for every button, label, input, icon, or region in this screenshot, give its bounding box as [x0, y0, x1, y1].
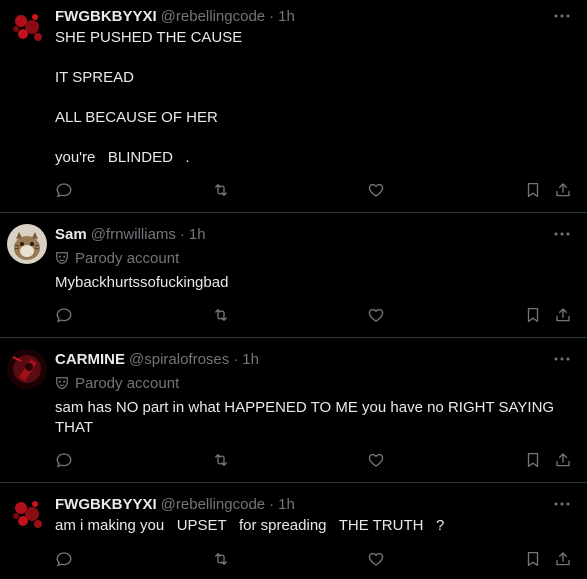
reply-button[interactable] [54, 450, 74, 470]
parody-text: Parody account [75, 249, 180, 267]
reply-button[interactable] [54, 549, 74, 569]
display-name[interactable]: Sam [55, 226, 87, 243]
parody-label: Parody account [55, 248, 179, 268]
bookmark-icon [527, 551, 539, 567]
avatar[interactable] [7, 224, 47, 264]
reply-icon [56, 308, 72, 323]
timestamp[interactable]: 1h [189, 226, 206, 243]
tweet-text: sam has NO part in what HAPPENED TO ME y… [55, 399, 558, 436]
tweet-header: Sam @frnwilliams · 1h [55, 224, 206, 244]
like-button[interactable] [366, 180, 386, 200]
avatar-image [7, 349, 47, 389]
more-icon [554, 14, 570, 18]
bookmark-button[interactable] [523, 180, 543, 200]
share-icon [556, 453, 570, 467]
more-button[interactable] [551, 6, 573, 26]
bookmark-button[interactable] [523, 305, 543, 325]
share-button[interactable] [553, 450, 573, 470]
more-icon [554, 502, 570, 506]
mask-icon [55, 376, 69, 390]
tweet-actions [0, 305, 587, 325]
reply-button[interactable] [54, 180, 74, 200]
bookmark-icon [527, 452, 539, 468]
avatar[interactable] [7, 7, 47, 47]
tweet-header: FWGBKBYYXI @rebellingcode · 1h [55, 494, 295, 514]
username[interactable]: @rebellingcode [161, 496, 265, 513]
tweet-text: SHE PUSHED THE CAUSE IT SPREAD ALL BECAU… [55, 29, 243, 166]
bookmark-button[interactable] [523, 549, 543, 569]
share-icon [556, 308, 570, 322]
retweet-icon [215, 553, 227, 565]
avatar-image [7, 494, 47, 534]
share-button[interactable] [553, 549, 573, 569]
heart-icon [368, 308, 384, 322]
avatar-image [7, 7, 47, 47]
bookmark-icon [527, 307, 539, 323]
separator: · [269, 7, 275, 25]
retweet-button[interactable] [211, 549, 231, 569]
like-button[interactable] [366, 450, 386, 470]
tweet[interactable]: FWGBKBYYXI @rebellingcode · 1h SHE PUSHE… [0, 0, 587, 213]
separator: · [269, 495, 275, 513]
tweet-actions [0, 450, 587, 470]
bookmark-button[interactable] [523, 450, 543, 470]
more-button[interactable] [551, 349, 573, 369]
reply-icon [56, 453, 72, 468]
separator: · [233, 350, 239, 368]
retweet-button[interactable] [211, 450, 231, 470]
separator: · [179, 225, 185, 243]
username[interactable]: @rebellingcode [161, 8, 265, 25]
retweet-icon [215, 184, 227, 196]
avatar[interactable] [7, 349, 47, 389]
like-button[interactable] [366, 549, 386, 569]
retweet-button[interactable] [211, 305, 231, 325]
tweet[interactable]: Sam @frnwilliams · 1h Parody account Myb… [0, 213, 587, 338]
retweet-icon [215, 454, 227, 466]
tweet-actions [0, 549, 587, 569]
reply-button[interactable] [54, 305, 74, 325]
more-icon [554, 357, 570, 361]
display-name[interactable]: FWGBKBYYXI [55, 8, 157, 25]
tweet-text: am i making you UPSET for spreading THE … [55, 517, 445, 534]
share-button[interactable] [553, 180, 573, 200]
retweet-icon [215, 309, 227, 321]
reply-icon [56, 552, 72, 567]
avatar[interactable] [7, 494, 47, 534]
timestamp[interactable]: 1h [278, 8, 295, 25]
display-name[interactable]: FWGBKBYYXI [55, 496, 157, 513]
parody-text: Parody account [75, 374, 180, 392]
tweet[interactable]: FWGBKBYYXI @rebellingcode · 1h am i maki… [0, 483, 587, 579]
more-icon [554, 232, 570, 236]
share-icon [556, 552, 570, 566]
timestamp[interactable]: 1h [278, 496, 295, 513]
tweet-header: CARMINE @spiralofroses · 1h [55, 349, 259, 369]
heart-icon [368, 552, 384, 566]
more-button[interactable] [551, 494, 573, 514]
mask-icon [55, 251, 69, 265]
tweet[interactable]: CARMINE @spiralofroses · 1h Parody accou… [0, 338, 587, 483]
reply-icon [56, 183, 72, 198]
tweet-actions [0, 180, 587, 200]
avatar-image [7, 224, 47, 264]
tweet-text: Mybackhurtssofuckingbad [55, 274, 229, 291]
display-name[interactable]: CARMINE [55, 351, 125, 368]
username[interactable]: @spiralofroses [129, 351, 229, 368]
share-icon [556, 183, 570, 197]
heart-icon [368, 453, 384, 467]
share-button[interactable] [553, 305, 573, 325]
bookmark-icon [527, 182, 539, 198]
heart-icon [368, 183, 384, 197]
username[interactable]: @frnwilliams [91, 226, 176, 243]
more-button[interactable] [551, 224, 573, 244]
like-button[interactable] [366, 305, 386, 325]
retweet-button[interactable] [211, 180, 231, 200]
tweet-header: FWGBKBYYXI @rebellingcode · 1h [55, 6, 295, 26]
timestamp[interactable]: 1h [242, 351, 259, 368]
parody-label: Parody account [55, 373, 179, 393]
